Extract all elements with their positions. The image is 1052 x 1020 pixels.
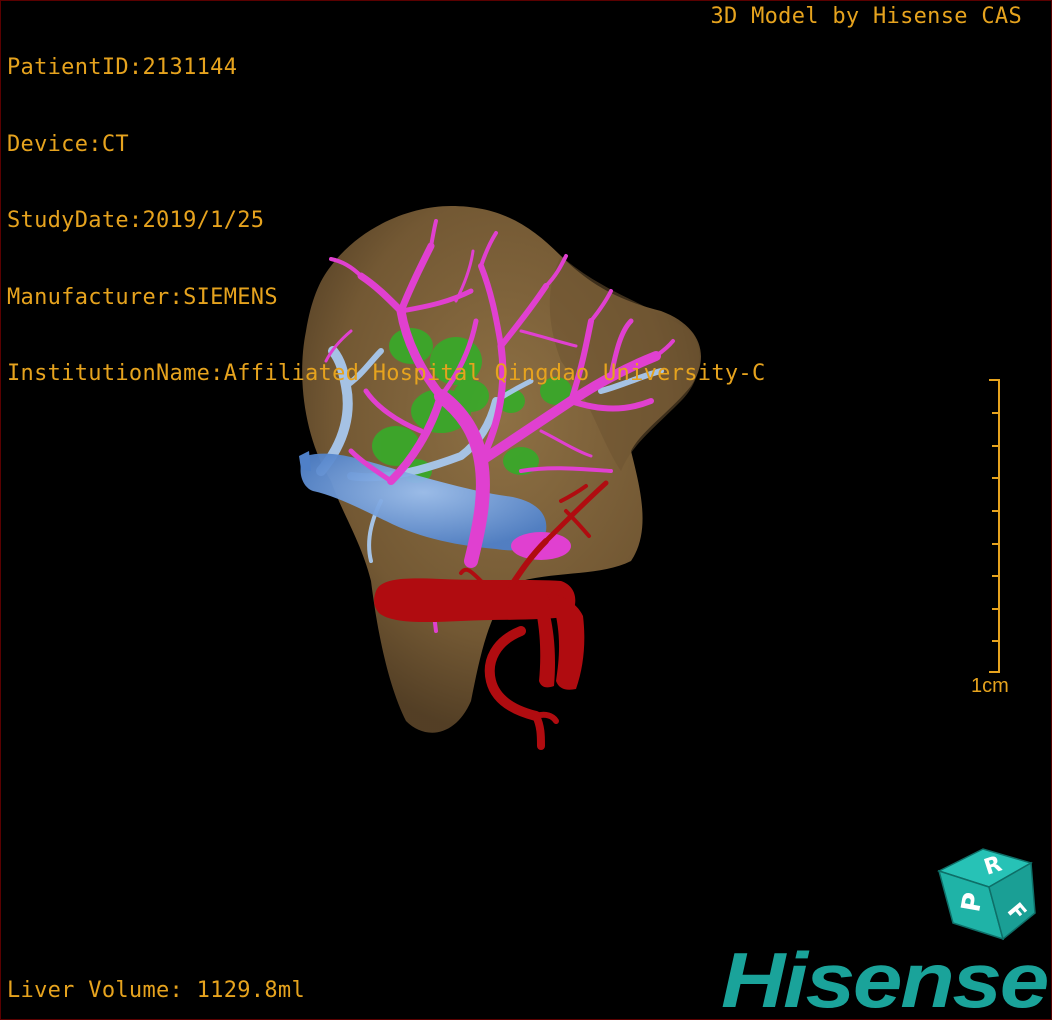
liver-volume: Liver Volume: 1129.8ml — [7, 978, 305, 1003]
study-info: PatientID:2131144 Device:CT StudyDate:20… — [7, 4, 766, 438]
hisense-logo: Hisense — [721, 939, 1049, 1017]
3d-viewport[interactable]: PatientID:2131144 Device:CT StudyDate:20… — [0, 0, 1052, 1020]
scale-label: 1cm — [971, 675, 1009, 697]
study-date: StudyDate:2019/1/25 — [7, 208, 265, 233]
institution-name: InstitutionName:Affiliated Hospital Qing… — [7, 361, 766, 386]
device: Device:CT — [7, 131, 129, 157]
scale-bar — [989, 379, 1000, 673]
manufacturer: Manufacturer:SIEMENS — [7, 284, 278, 310]
patient-id: PatientID:2131144 — [7, 55, 238, 80]
orientation-cube[interactable]: R P F — [931, 841, 1041, 946]
logo-text: Hisense — [721, 939, 1048, 1017]
model-credit: 3D Model by Hisense CAS — [710, 4, 1022, 29]
